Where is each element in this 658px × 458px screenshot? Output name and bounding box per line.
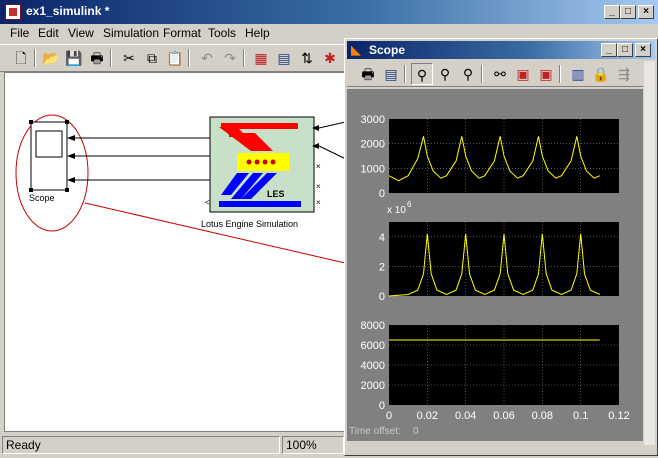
x-tick-label: 0.08	[532, 410, 553, 422]
scope-maximize-button[interactable]: □	[617, 43, 633, 57]
menu-tools[interactable]: Tools	[208, 25, 236, 41]
window-title: ex1_simulink *	[26, 4, 110, 18]
menu-edit[interactable]: Edit	[38, 25, 59, 41]
y-tick-label: 4	[379, 232, 385, 244]
x-tick-label: 0.02	[417, 410, 438, 422]
matlab-logo-icon: ◣	[351, 42, 361, 57]
y-tick-label: 0	[379, 291, 385, 303]
y-tick-label: 0	[379, 188, 385, 200]
y-tick-label: 2	[379, 261, 385, 273]
svg-text:<: <	[205, 198, 210, 207]
toolbar-separator	[188, 49, 190, 67]
scope-window: ◣ Scope _ □ × 🖶 ▤ ⚲ ⚲ ⚲ ⚯ ▣ ▣ ▥ 🔒 ⇶ 0 100…	[344, 38, 658, 456]
x-tick-label: 0.06	[493, 410, 514, 422]
y-tick-label: 3000	[361, 114, 385, 126]
time-offset-value: 0	[413, 426, 419, 437]
parameters-icon[interactable]: ▤	[380, 63, 402, 85]
les-block-label: Lotus Engine Simulation	[201, 219, 299, 229]
library-browser-icon[interactable]: ▦	[250, 47, 272, 69]
close-button[interactable]: ×	[638, 5, 654, 19]
cut-icon[interactable]: ✂	[118, 47, 140, 69]
x-tick-label: 0	[386, 410, 392, 422]
scope-minimize-button[interactable]: _	[601, 43, 617, 57]
toolbar-separator	[404, 65, 406, 83]
y-tick-label: 2000	[361, 380, 385, 392]
main-title-bar[interactable]: ex1_simulink * _ □ ×	[0, 0, 658, 24]
restore-axes-icon[interactable]: ▣	[535, 63, 557, 85]
les-badge: LES	[267, 189, 285, 199]
debug-icon[interactable]: ✱	[319, 47, 341, 69]
zoom-x-icon[interactable]: ⚲	[434, 63, 456, 85]
menu-file[interactable]: File	[10, 25, 29, 41]
scope-close-button[interactable]: ×	[635, 43, 651, 57]
paste-icon[interactable]: 📋	[164, 47, 186, 69]
start-icon[interactable]: ⇅	[296, 47, 318, 69]
x-tick-label: 0.12	[608, 410, 629, 422]
y-tick-label: 4000	[361, 360, 385, 372]
time-offset-label: Time offset:	[349, 426, 401, 437]
x-tick-label: 0.1	[573, 410, 588, 422]
simulink-app-icon	[5, 4, 21, 20]
scope-scrollbar[interactable]	[644, 61, 655, 445]
undo-icon[interactable]: ↶	[196, 47, 218, 69]
toolbar-separator	[243, 49, 245, 67]
scope-block-label: Scope	[29, 193, 55, 203]
floating-scope-icon[interactable]: ▥	[567, 63, 589, 85]
zoom-icon[interactable]: ⚲	[411, 63, 433, 85]
print-icon[interactable]: 🖶	[357, 63, 379, 85]
y-tick-label: 2000	[361, 139, 385, 151]
scope-window-title: Scope	[369, 43, 406, 57]
scope-block[interactable]	[29, 120, 75, 192]
save-icon[interactable]: 💾	[63, 47, 85, 69]
y-tick-label: 6000	[361, 340, 385, 352]
y-tick-label: 0	[379, 400, 385, 412]
exponent-label: x 10	[387, 205, 406, 216]
status-text: Ready	[2, 436, 280, 454]
menu-help[interactable]: Help	[245, 25, 270, 41]
model-browser-icon[interactable]: ▤	[273, 47, 295, 69]
scope-toolbar: 🖶 ▤ ⚲ ⚲ ⚲ ⚯ ▣ ▣ ▥ 🔒 ⇶	[347, 61, 643, 87]
print-icon[interactable]: 🖶	[86, 47, 108, 69]
save-axes-icon[interactable]: ▣	[512, 63, 534, 85]
scope-plots[interactable]: 0100020003000024x 106020004000600080000 0…	[347, 89, 643, 441]
x-tick-label: 0.04	[455, 410, 476, 422]
toolbar-separator	[110, 49, 112, 67]
signal-selector-icon[interactable]: ⇶	[613, 63, 635, 85]
y-tick-label: 8000	[361, 320, 385, 332]
maximize-button[interactable]: □	[620, 5, 636, 19]
scope-title-bar[interactable]: ◣ Scope _ □ ×	[347, 41, 655, 59]
redo-icon[interactable]: ↷	[219, 47, 241, 69]
copy-icon[interactable]: ⧉	[141, 47, 163, 69]
scope-display-area: 0 1000 2000 3000 0 2 4 x 10 6 0 2000 4000 6000 8000 0 0…	[347, 89, 643, 441]
lotus-engine-simulation-block[interactable]: × × × <	[205, 116, 321, 213]
zoom-y-icon[interactable]: ⚲	[457, 63, 479, 85]
svg-text:×: ×	[316, 162, 321, 171]
open-icon[interactable]: 📂	[40, 47, 62, 69]
lock-axes-icon[interactable]: 🔒	[590, 63, 612, 85]
zoom-level: 100%	[282, 436, 344, 454]
autoscale-icon[interactable]: ⚯	[489, 63, 511, 85]
toolbar-separator	[481, 65, 483, 83]
minimize-button[interactable]: _	[604, 5, 620, 19]
y-tick-label: 1000	[361, 163, 385, 175]
new-icon[interactable]: 🗋	[10, 47, 32, 69]
svg-text:×: ×	[316, 198, 321, 207]
toolbar-separator	[559, 65, 561, 83]
toolbar-separator	[34, 49, 36, 67]
menu-simulation[interactable]: Simulation	[103, 25, 159, 41]
svg-text:×: ×	[316, 182, 321, 191]
menu-view[interactable]: View	[68, 25, 94, 41]
exponent-power: 6	[407, 200, 412, 209]
menu-format[interactable]: Format	[163, 25, 201, 41]
